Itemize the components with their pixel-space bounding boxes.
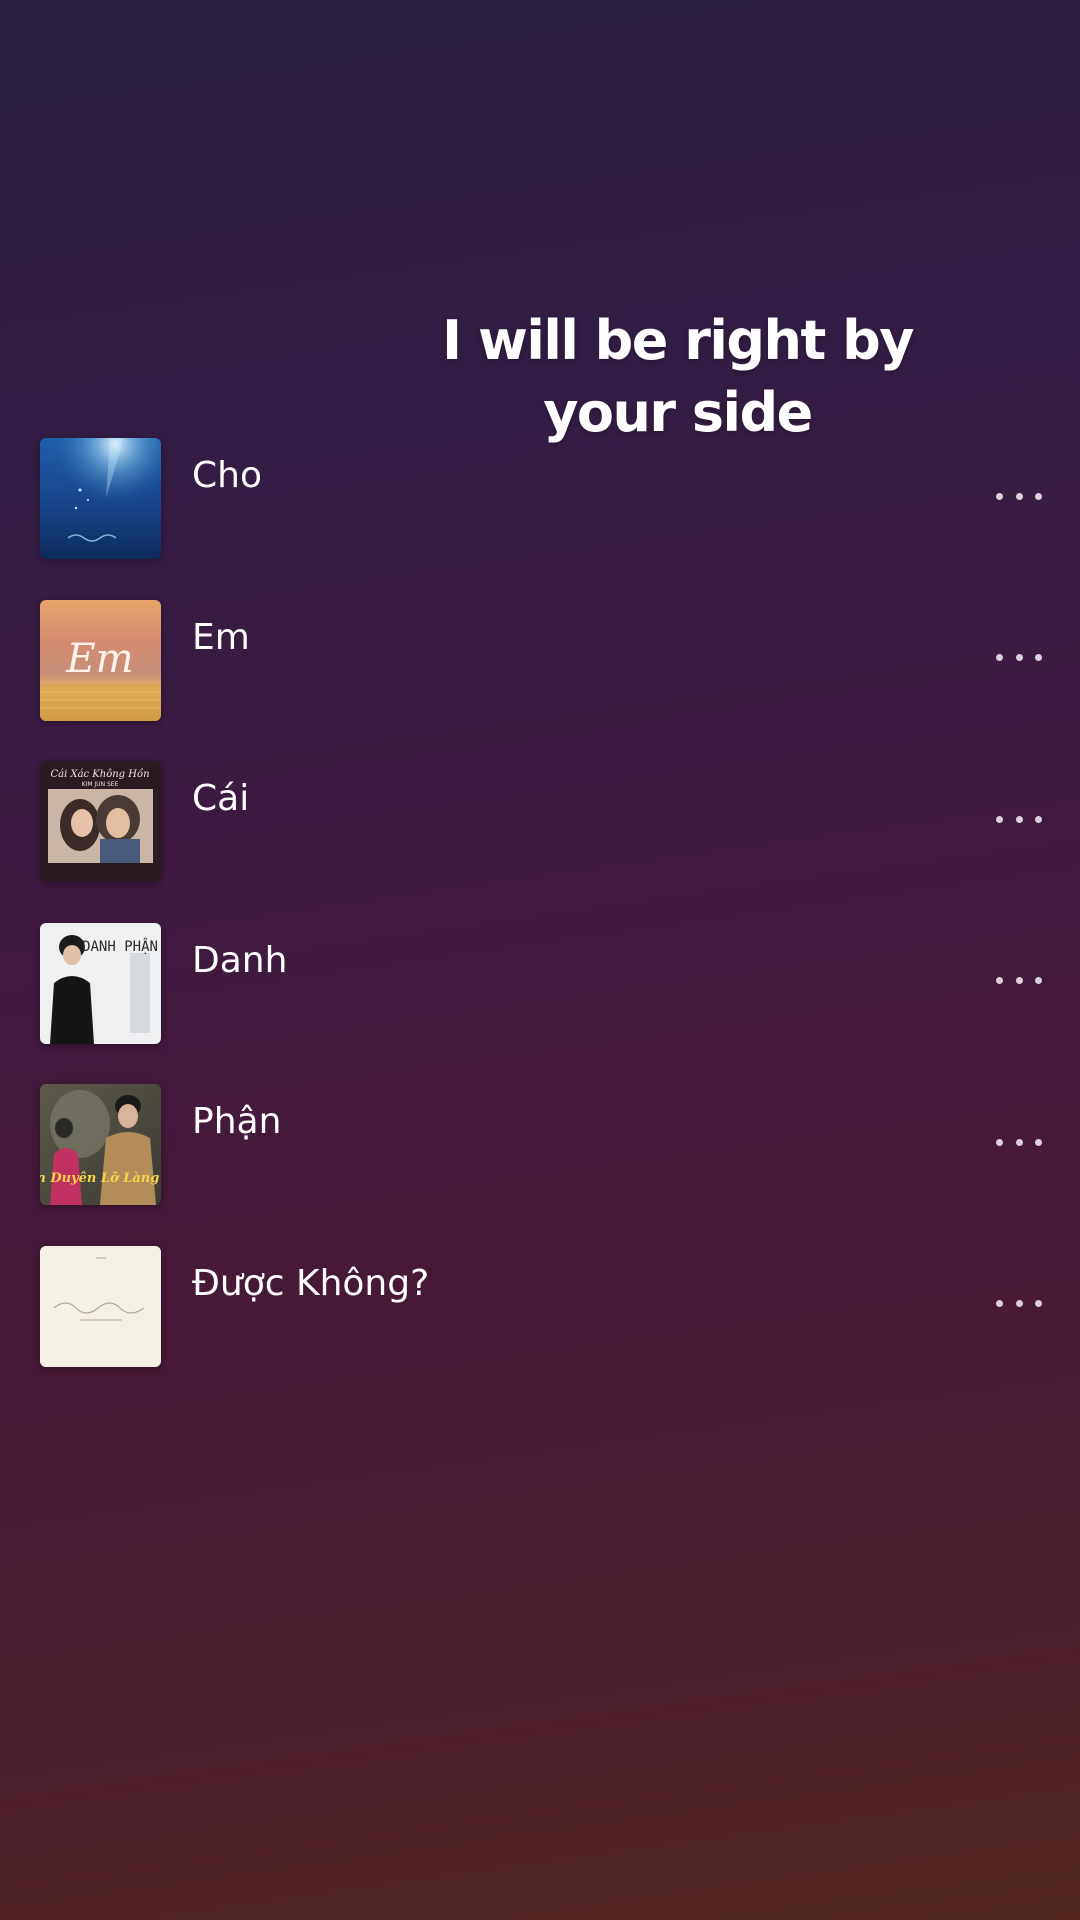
track-title: Phận xyxy=(192,1101,282,1143)
more-horizontal-icon[interactable] xyxy=(996,1130,1042,1154)
track-title: Cái xyxy=(192,778,250,820)
track-row[interactable]: DANH PHẬN Danh xyxy=(0,922,1080,1085)
album-art-text: Em xyxy=(65,636,133,682)
album-art-subtext: KIM JUN SEE xyxy=(82,781,119,788)
track-title: Danh xyxy=(192,939,288,981)
track-row[interactable]: Cái Xác Không Hồn KIM JUN SEE Cái xyxy=(0,761,1080,923)
album-art-text: Cái Xác Không Hồn xyxy=(50,769,149,780)
more-horizontal-icon[interactable] xyxy=(996,969,1042,993)
album-art: Phận Duyên Lỡ Làng xyxy=(40,1084,161,1206)
track-list: Cho Em Em Cái Xác Không Hồn KIM JUN SEE … xyxy=(0,438,1080,1408)
track-title: Em xyxy=(192,616,250,658)
track-row[interactable]: Em Em xyxy=(0,599,1080,762)
track-row[interactable]: Phận Duyên Lỡ Làng Phận xyxy=(0,1084,1080,1246)
more-horizontal-icon[interactable] xyxy=(996,484,1042,508)
album-art-text: DANH PHẬN xyxy=(82,938,158,955)
album-art: DANH PHẬN xyxy=(40,922,161,1044)
track-title: Được Không? xyxy=(192,1262,430,1304)
more-horizontal-icon[interactable] xyxy=(996,646,1042,670)
more-horizontal-icon[interactable] xyxy=(996,807,1042,831)
album-art xyxy=(40,1245,161,1367)
track-row[interactable]: Cho xyxy=(0,438,1080,600)
album-art: Cái Xác Không Hồn KIM JUN SEE xyxy=(40,761,161,883)
more-horizontal-icon[interactable] xyxy=(996,1292,1042,1316)
album-art: Em xyxy=(40,599,161,721)
album-art xyxy=(40,438,161,559)
lyric-line-1: I will be right by xyxy=(442,309,914,372)
track-title: Cho xyxy=(192,455,262,496)
track-row[interactable]: Được Không? xyxy=(0,1245,1080,1408)
album-art-text: Phận Duyên Lỡ Làng xyxy=(40,1171,159,1186)
lyric-text: I will be right by your side xyxy=(400,305,955,449)
